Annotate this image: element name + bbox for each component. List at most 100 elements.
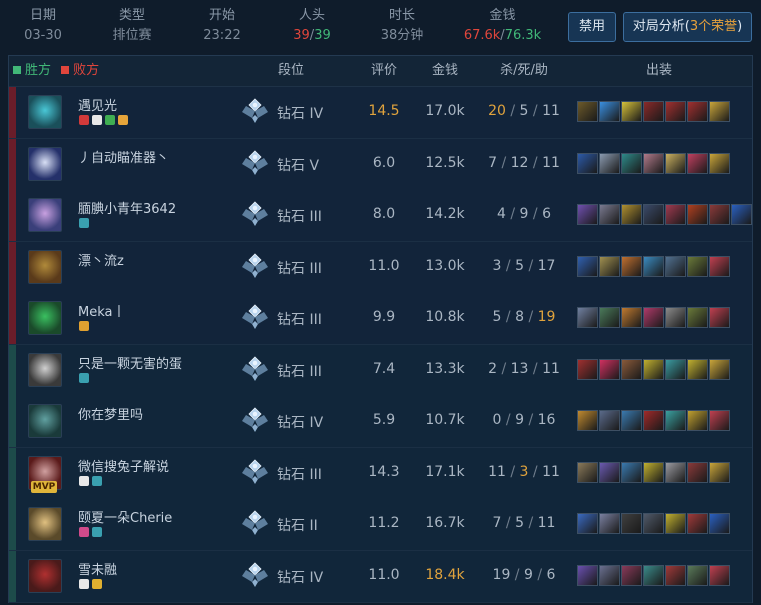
item-icon[interactable] xyxy=(643,307,664,328)
player-name[interactable]: Meka丨 xyxy=(78,301,125,320)
champion-avatar[interactable] xyxy=(28,95,62,129)
item-icon[interactable] xyxy=(709,358,730,380)
champion-avatar[interactable] xyxy=(28,301,62,335)
item-icon[interactable] xyxy=(731,204,752,225)
table-row[interactable]: 颐夏一朵Cherie 钻石 II 11.2 16.7k 7 / 5 / 11 xyxy=(9,499,752,551)
item-icon[interactable] xyxy=(665,152,686,174)
item-icon[interactable] xyxy=(687,564,708,586)
item-icon[interactable] xyxy=(665,358,686,380)
item-icon[interactable] xyxy=(621,255,642,277)
item-icon[interactable] xyxy=(577,101,598,122)
item-icon[interactable] xyxy=(599,513,620,534)
item-icon[interactable] xyxy=(709,513,730,534)
item-icon[interactable] xyxy=(709,461,730,483)
item-icon[interactable] xyxy=(643,564,664,586)
item-icon[interactable] xyxy=(687,410,708,431)
item-icon[interactable] xyxy=(687,152,708,174)
item-icon[interactable] xyxy=(709,564,730,586)
item-icon[interactable] xyxy=(599,461,620,483)
item-icon[interactable] xyxy=(577,564,598,586)
item-icon[interactable] xyxy=(709,410,730,431)
champion-avatar[interactable] xyxy=(28,507,62,541)
champion-avatar[interactable] xyxy=(28,146,62,181)
item-icon[interactable] xyxy=(577,204,598,225)
table-row[interactable]: 漂丶流z 钻石 III 11.0 13.0k 3 / 5 / 17 xyxy=(9,241,752,294)
table-row[interactable]: MVP 微信搜兔子解说 钻石 III 14.3 17.1k 11 / 3 / 11 xyxy=(9,447,752,500)
player-name[interactable]: 只是一颗无害的蛋 xyxy=(78,353,182,372)
item-icon[interactable] xyxy=(687,461,708,483)
item-icon[interactable] xyxy=(577,358,598,380)
player-name[interactable]: 你在梦里吗 xyxy=(78,404,143,423)
champion-avatar[interactable] xyxy=(28,249,62,284)
item-icon[interactable] xyxy=(599,564,620,586)
item-icon[interactable] xyxy=(709,307,730,328)
item-icon[interactable] xyxy=(621,358,642,380)
item-icon[interactable] xyxy=(621,461,642,483)
champion-avatar[interactable] xyxy=(28,352,62,387)
item-icon[interactable] xyxy=(709,101,730,122)
item-icon[interactable] xyxy=(709,204,730,225)
item-icon[interactable] xyxy=(687,204,708,225)
item-icon[interactable] xyxy=(665,307,686,328)
champion-avatar[interactable] xyxy=(28,404,62,438)
player-name[interactable]: 雪未融 xyxy=(78,559,117,578)
table-row[interactable]: 你在梦里吗 钻石 IV 5.9 10.7k 0 / 9 / 16 xyxy=(9,396,752,448)
item-icon[interactable] xyxy=(577,513,598,534)
table-row[interactable]: 遇见光 钻石 IV 14.5 17.0k 20 / 5 / 11 xyxy=(9,87,752,139)
item-icon[interactable] xyxy=(577,461,598,483)
item-icon[interactable] xyxy=(621,204,642,225)
item-icon[interactable] xyxy=(665,204,686,225)
match-analysis-button[interactable]: 对局分析(3个荣誉) xyxy=(623,12,752,42)
item-icon[interactable] xyxy=(577,152,598,174)
item-icon[interactable] xyxy=(621,152,642,174)
item-icon[interactable] xyxy=(687,513,708,534)
item-icon[interactable] xyxy=(709,152,730,174)
item-icon[interactable] xyxy=(665,461,686,483)
champion-avatar[interactable] xyxy=(28,558,62,593)
item-icon[interactable] xyxy=(599,255,620,277)
item-icon[interactable] xyxy=(577,307,598,328)
item-icon[interactable] xyxy=(599,307,620,328)
item-icon[interactable] xyxy=(621,101,642,122)
item-icon[interactable] xyxy=(687,101,708,122)
item-icon[interactable] xyxy=(599,101,620,122)
item-icon[interactable] xyxy=(577,410,598,431)
item-icon[interactable] xyxy=(709,255,730,277)
item-icon[interactable] xyxy=(621,564,642,586)
item-icon[interactable] xyxy=(643,255,664,277)
item-icon[interactable] xyxy=(665,513,686,534)
item-icon[interactable] xyxy=(643,101,664,122)
player-name[interactable]: 微信搜兔子解说 xyxy=(78,456,169,475)
table-row[interactable]: 雪未融 钻石 IV 11.0 18.4k 19 / 9 / 6 xyxy=(9,550,752,603)
table-row[interactable]: 只是一颗无害的蛋 钻石 III 7.4 13.3k 2 / 13 / 11 xyxy=(9,344,752,397)
item-icon[interactable] xyxy=(643,461,664,483)
item-icon[interactable] xyxy=(599,358,620,380)
item-icon[interactable] xyxy=(621,513,642,534)
item-icon[interactable] xyxy=(599,152,620,174)
table-row[interactable]: Meka丨 钻石 III 9.9 10.8k 5 / 8 / 19 xyxy=(9,293,752,345)
item-icon[interactable] xyxy=(599,410,620,431)
item-icon[interactable] xyxy=(643,513,664,534)
item-icon[interactable] xyxy=(621,307,642,328)
ban-button[interactable]: 禁用 xyxy=(568,12,616,42)
table-row[interactable]: 腼腆小青年3642 钻石 III 8.0 14.2k 4 / 9 / 6 xyxy=(9,190,752,242)
player-name[interactable]: 遇见光 xyxy=(78,95,117,114)
item-icon[interactable] xyxy=(643,358,664,380)
item-icon[interactable] xyxy=(665,101,686,122)
table-row[interactable]: 丿自动瞄准器丶 钻石 V 6.0 12.5k 7 / 12 / 11 xyxy=(9,138,752,191)
player-name[interactable]: 漂丶流z xyxy=(78,250,124,269)
item-icon[interactable] xyxy=(643,204,664,225)
item-icon[interactable] xyxy=(665,410,686,431)
item-icon[interactable] xyxy=(687,255,708,277)
item-icon[interactable] xyxy=(665,564,686,586)
champion-avatar[interactable] xyxy=(28,198,62,232)
player-name[interactable]: 丿自动瞄准器丶 xyxy=(78,147,169,166)
item-icon[interactable] xyxy=(643,410,664,431)
item-icon[interactable] xyxy=(621,410,642,431)
item-icon[interactable] xyxy=(643,152,664,174)
item-icon[interactable] xyxy=(577,255,598,277)
item-icon[interactable] xyxy=(687,358,708,380)
item-icon[interactable] xyxy=(599,204,620,225)
item-icon[interactable] xyxy=(687,307,708,328)
item-icon[interactable] xyxy=(665,255,686,277)
